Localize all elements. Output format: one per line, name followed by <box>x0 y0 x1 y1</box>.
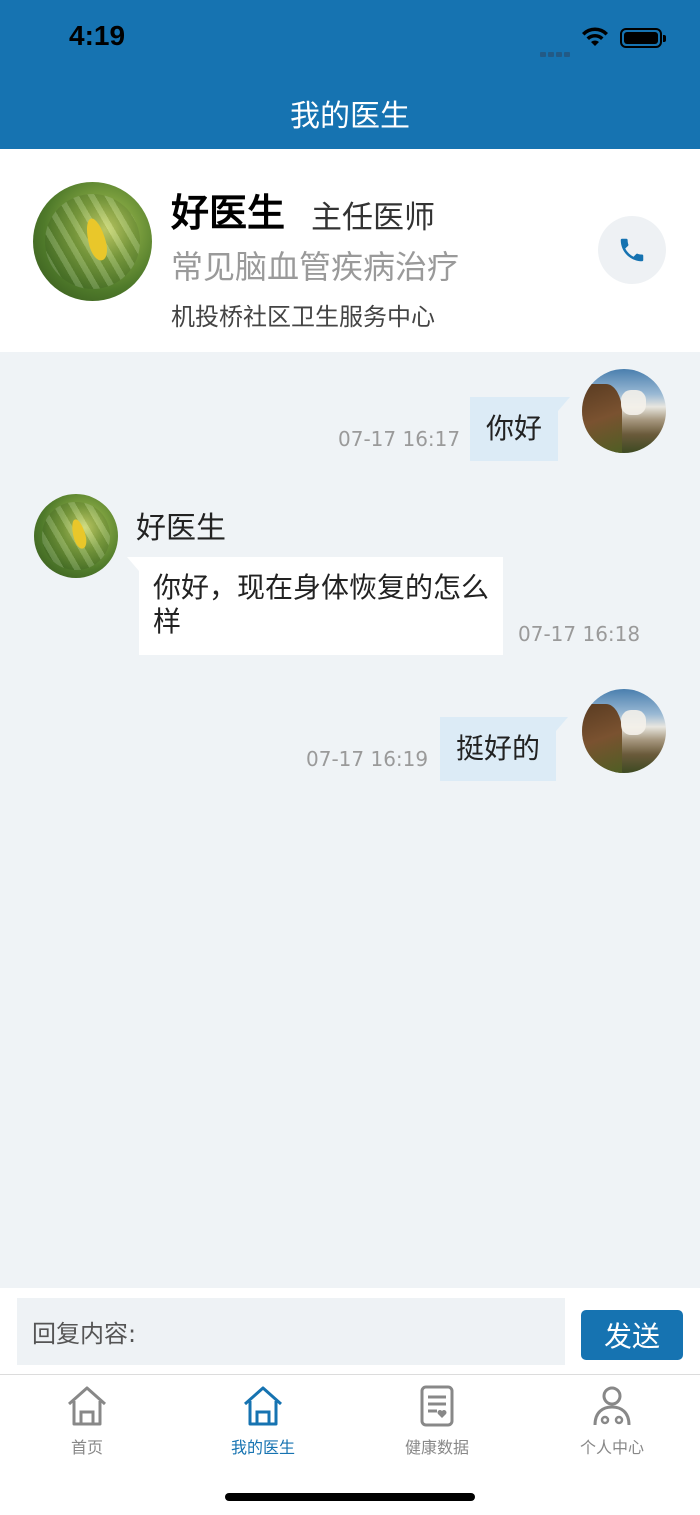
message-timestamp: 07-17 16:17 <box>338 427 461 451</box>
page-title: 我的医生 <box>290 99 410 134</box>
call-button[interactable] <box>598 216 666 284</box>
message-timestamp: 07-17 16:18 <box>518 622 641 646</box>
user-avatar[interactable] <box>582 369 666 453</box>
message-bubble-outgoing[interactable]: 你好 <box>470 397 571 461</box>
tab-label: 我的医生 <box>230 1438 295 1457</box>
doctor-organization: 机投桥社区卫生服务中心 <box>171 303 435 331</box>
doctor-name: 好医生 <box>171 191 286 235</box>
home-indicator <box>225 1493 475 1501</box>
doctor-avatar[interactable] <box>33 182 152 301</box>
status-time: 4:19 <box>69 20 126 51</box>
doctor-home-icon <box>244 1386 282 1426</box>
user-avatar[interactable] <box>582 689 666 773</box>
app-header: 4:19 我的医生 <box>0 0 700 149</box>
doctor-title: 主任医师 <box>311 200 435 236</box>
sender-name: 好医生 <box>136 511 226 546</box>
tab-my-doctor[interactable]: 我的医生 <box>203 1384 323 1458</box>
tab-health-data[interactable]: 健康数据 <box>377 1384 497 1458</box>
phone-icon <box>620 238 644 262</box>
tab-home[interactable]: 首页 <box>27 1384 147 1458</box>
home-icon <box>68 1386 106 1426</box>
tab-label: 个人中心 <box>579 1438 644 1457</box>
battery-icon <box>620 28 666 48</box>
message-bubble-incoming[interactable]: 你好，现在身体恢复的怎么样 <box>127 557 503 655</box>
send-button[interactable]: 发送 <box>581 1310 683 1360</box>
wifi-icon <box>582 27 608 46</box>
reply-input[interactable]: 回复内容: <box>17 1298 565 1365</box>
message-timestamp: 07-17 16:19 <box>306 747 429 771</box>
doctor-specialty: 常见脑血管疾病治疗 <box>171 248 460 286</box>
cellular-signal-icon <box>540 42 574 57</box>
doctor-avatar-chat[interactable] <box>34 494 118 578</box>
health-record-icon <box>420 1385 454 1427</box>
user-icon <box>593 1386 631 1426</box>
message-bubble-outgoing[interactable]: 挺好的 <box>440 717 569 781</box>
tab-label: 健康数据 <box>404 1438 469 1457</box>
tab-profile[interactable]: 个人中心 <box>552 1384 672 1458</box>
tab-label: 首页 <box>70 1438 103 1457</box>
